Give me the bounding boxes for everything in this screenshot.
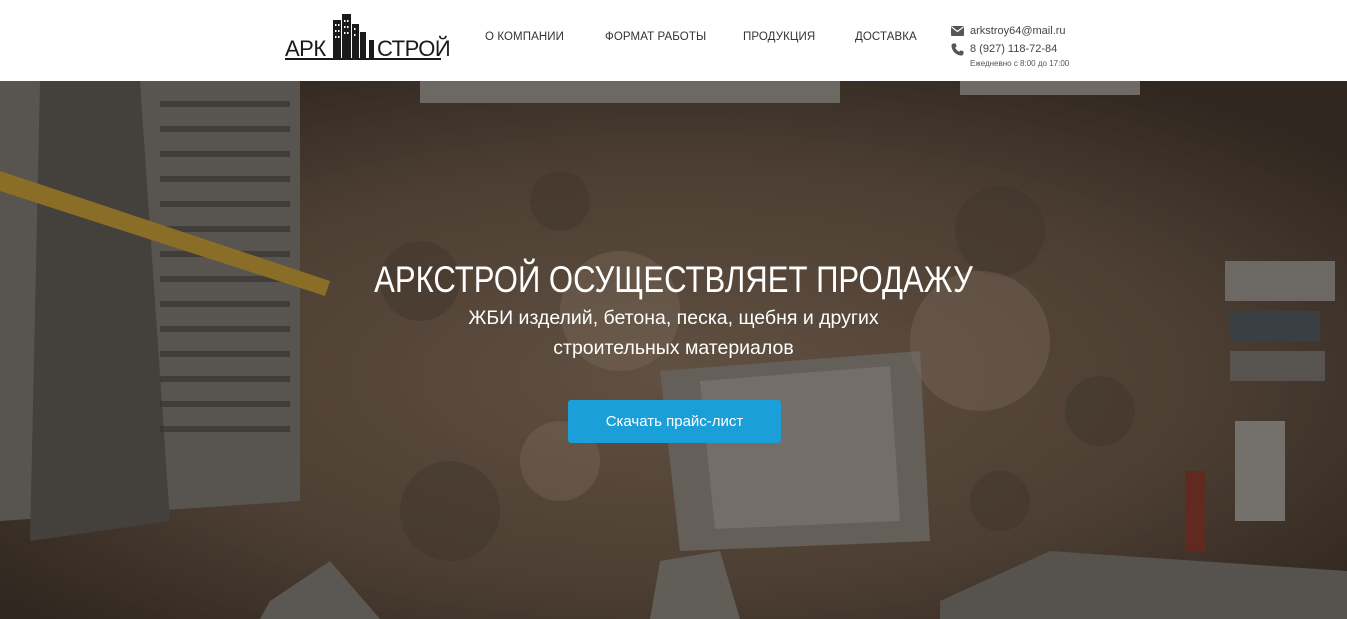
nav-item-delivery[interactable]: Доставка [855,31,917,43]
nav-item-work-format[interactable]: Формат работы [605,31,706,43]
hero-subtitle: ЖБИ изделий, бетона, песка, щебня и друг… [0,303,1347,363]
email-row[interactable]: arkstroy64@mail.ru [951,22,1069,40]
schedule-text: Ежедневно с 8:00 до 17:00 [970,59,1070,68]
logo[interactable]: АРК СТРОЙ [285,12,451,62]
phone-icon [951,43,964,55]
header-contacts: arkstroy64@mail.ru 8 (927) 118-72-84 Еже… [951,22,1069,68]
hero-subtitle-line-1: ЖБИ изделий, бетона, песка, щебня и друг… [468,307,879,329]
hero-section: АРКСТРОЙ ОСУЩЕСТВЛЯЕТ ПРОДАЖУ ЖБИ издели… [0,81,1347,619]
envelope-icon [951,26,964,36]
hero-subtitle-line-2: строительных материалов [553,337,794,359]
hero-title: АРКСТРОЙ ОСУЩЕСТВЛЯЕТ ПРОДАЖУ [374,259,973,300]
site-header: АРК СТРОЙ О компании Формат работы Проду… [0,0,1347,81]
email-text[interactable]: arkstroy64@mail.ru [970,25,1066,37]
phone-row[interactable]: 8 (927) 118-72-84 [951,40,1069,58]
phone-text[interactable]: 8 (927) 118-72-84 [970,43,1057,55]
nav-item-products[interactable]: Продукция [743,31,815,43]
logo-text-stroy: СТРОЙ [377,36,451,61]
nav-item-about[interactable]: О компании [485,31,564,43]
logo-text-ark: АРК [285,36,326,61]
download-price-list-button[interactable]: Скачать прайс-лист [568,400,781,443]
